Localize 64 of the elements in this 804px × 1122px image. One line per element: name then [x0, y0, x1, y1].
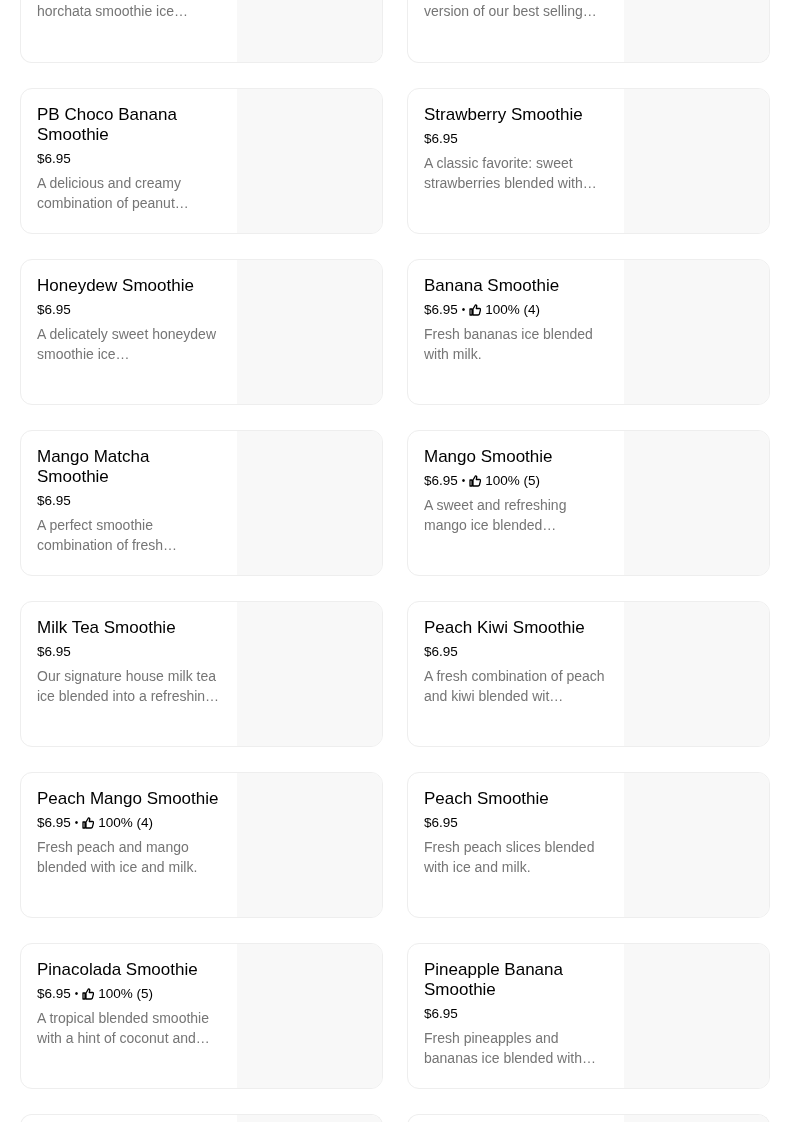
- menu-item-card[interactable]: PB Choco Banana Smoothie $6.95 A delicious and creamy combination of peanut…: [20, 88, 383, 234]
- item-name: Strawberry Smoothie: [424, 105, 584, 125]
- item-description: A delicious and creamy combination of peanut…: [37, 174, 190, 213]
- item-rating: 100% (5): [98, 985, 154, 1003]
- item-name: PB Choco Banana Smoothie: [37, 105, 178, 145]
- item-price: $6.95: [37, 150, 71, 168]
- item-price: $6.95: [424, 814, 458, 832]
- item-name: Mango Smoothie: [424, 447, 554, 467]
- separator-dot: •: [74, 987, 79, 1001]
- item-description: A classic favorite: sweet strawberries blended with…: [424, 154, 598, 193]
- item-description: Fresh bananas ice blended with milk.: [424, 325, 594, 364]
- item-price: $6.95: [37, 814, 71, 832]
- thumbs-up-icon: [82, 988, 95, 1000]
- item-name: Honeydew Smoothie: [37, 276, 195, 296]
- item-price: $6.95: [424, 472, 458, 490]
- item-rating: 100% (4): [98, 814, 154, 832]
- item-price: $6.95: [37, 492, 71, 510]
- item-description: A sweet and refreshing mango ice blended…: [424, 496, 568, 535]
- item-name: Mango Matcha Smoothie: [37, 447, 151, 487]
- menu-item-card[interactable]: Honeydew Smoothie $6.95 A delicately sweet honeydew smoothie ice…: [20, 259, 383, 405]
- item-name: Peach Mango Smoothie: [37, 789, 220, 809]
- item-name: Milk Tea Smoothie: [37, 618, 177, 638]
- item-name: Peach Smoothie: [424, 789, 550, 809]
- menu-item-card[interactable]: Milk Tea Smoothie $6.95 Our signature house milk tea ice blended into a refreshin…: [20, 601, 383, 747]
- menu-item-card[interactable]: Mango Matcha Smoothie $6.95 A perfect smoothie combination of fresh…: [20, 430, 383, 576]
- item-name: Banana Smoothie: [424, 276, 561, 296]
- menu-item-card[interactable]: Mango Smoothie $6.95 • 100% (5) A sweet and refreshing mango ice blended…: [407, 430, 770, 576]
- menu-item-card[interactable]: Peach Smoothie $6.95 Fresh peach slices blended with ice and milk.: [407, 772, 770, 918]
- item-name: Peach Kiwi Smoothie: [424, 618, 586, 638]
- thumbs-up-icon: [82, 817, 95, 829]
- item-price: $6.95: [37, 301, 71, 319]
- item-description: Fresh peach and mango blended with ice and milk.: [37, 838, 199, 877]
- item-description: version of our best selling…: [424, 2, 598, 21]
- menu-item-card[interactable]: Strawberry Smoothie $6.95 A classic favorite: sweet strawberries blended with…: [407, 88, 770, 234]
- item-description: A perfect smoothie combination of fresh…: [37, 516, 179, 555]
- separator-dot: •: [461, 303, 466, 317]
- item-price: $6.95: [424, 301, 458, 319]
- item-price: $6.95: [37, 643, 71, 661]
- menu-item-card[interactable]: Pinacolada Smoothie $6.95 • 100% (5) A tropical blended smoothie with a hint of coconut and…: [20, 943, 383, 1089]
- separator-dot: •: [461, 474, 466, 488]
- item-rating: 100% (4): [485, 301, 541, 319]
- item-price: $6.95: [424, 130, 458, 148]
- item-description: A fresh combination of peach and kiwi blended wit…: [424, 667, 606, 706]
- menu-item-card[interactable]: horchata smoothie ice…: [20, 0, 383, 63]
- item-name: Pineapple Banana Smoothie: [424, 960, 564, 1000]
- item-description: Fresh pineapples and bananas ice blended with…: [424, 1029, 597, 1068]
- item-price: $6.95: [424, 1005, 458, 1023]
- item-name: Pinacolada Smoothie: [37, 960, 199, 980]
- thumbs-up-icon: [469, 304, 482, 316]
- item-description: Fresh peach slices blended with ice and milk.: [424, 838, 596, 877]
- item-description: Our signature house milk tea ice blended into a refreshin…: [37, 667, 221, 706]
- menu-item-card[interactable]: Peach Mango Smoothie $6.95 • 100% (4) Fresh peach and mango blended with ice and milk.: [20, 772, 383, 918]
- item-description: A tropical blended smoothie with a hint of coconut and…: [37, 1009, 211, 1048]
- menu-item-card[interactable]: Peach Kiwi Smoothie $6.95 A fresh combination of peach and kiwi blended wit…: [407, 601, 770, 747]
- item-price: $6.95: [37, 985, 71, 1003]
- thumbs-up-icon: [469, 475, 482, 487]
- menu-item-card[interactable]: Banana Smoothie $6.95 • 100% (4) Fresh bananas ice blended with milk.: [407, 259, 770, 405]
- menu-item-card[interactable]: Pineapple Banana Smoothie $6.95 Fresh pineapples and bananas ice blended with…: [407, 943, 770, 1089]
- separator-dot: •: [74, 816, 79, 830]
- item-price: $6.95: [424, 643, 458, 661]
- item-description: A delicately sweet honeydew smoothie ice…: [37, 325, 217, 364]
- item-description: horchata smoothie ice…: [37, 2, 189, 21]
- item-rating: 100% (5): [485, 472, 541, 490]
- menu-item-card[interactable]: version of our best selling…: [407, 0, 770, 63]
